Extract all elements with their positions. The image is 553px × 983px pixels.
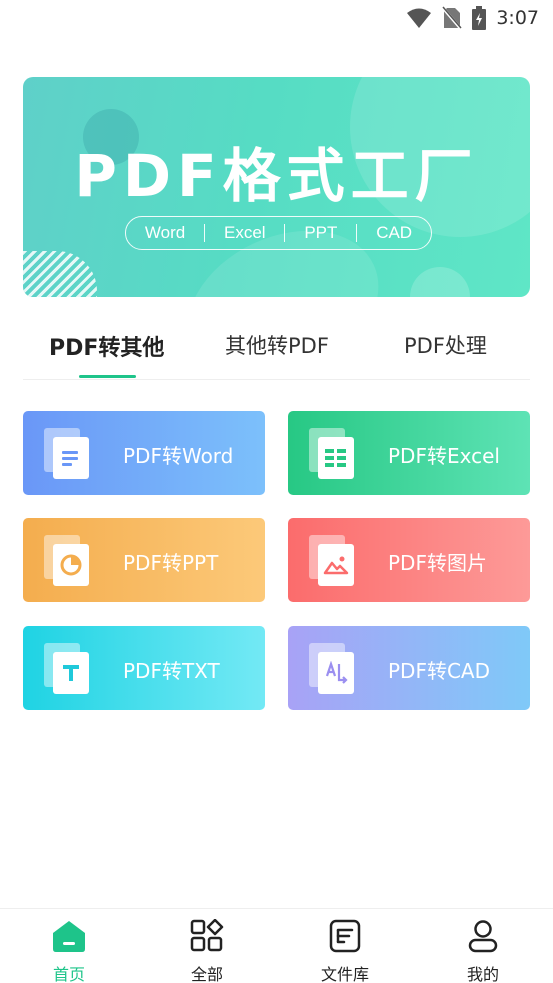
category-tabs: PDF转其他 其他转PDF PDF处理 xyxy=(23,322,530,380)
tab-pdf-process[interactable]: PDF处理 xyxy=(404,330,487,360)
battery-charging-icon xyxy=(472,6,487,30)
wifi-icon xyxy=(406,7,432,29)
excel-sheet-icon xyxy=(309,428,355,479)
nav-label: 首页 xyxy=(52,965,85,983)
divider xyxy=(356,224,358,242)
status-bar: 3:07 xyxy=(0,0,553,38)
banner-decoration xyxy=(410,267,470,297)
banner-format-label: Word xyxy=(144,223,186,242)
banner-format-label: Excel xyxy=(223,223,266,242)
pdf-to-txt-button[interactable]: PDF转TXT xyxy=(23,626,265,710)
grid-all-icon xyxy=(190,918,224,957)
banner-format-label: CAD xyxy=(376,223,413,242)
pdf-to-ppt-button[interactable]: PDF转PPT xyxy=(23,518,265,602)
pdf-to-image-button[interactable]: PDF转图片 xyxy=(288,518,530,602)
no-sim-icon xyxy=(442,6,463,30)
nav-label: 文件库 xyxy=(320,965,369,983)
active-tab-indicator xyxy=(79,375,136,378)
file-library-icon xyxy=(329,919,361,957)
cad-icon xyxy=(309,643,355,694)
text-t-icon xyxy=(44,643,90,694)
banner-stripes xyxy=(23,251,97,297)
divider xyxy=(284,224,286,242)
banner-title: PDF格式工厂 xyxy=(74,142,479,210)
status-icons: 3:07 xyxy=(406,6,539,30)
card-label: PDF转Word xyxy=(123,444,234,468)
promo-banner[interactable]: PDF格式工厂 Word Excel PPT CAD xyxy=(23,77,530,297)
ppt-pie-icon xyxy=(44,535,90,586)
card-label: PDF转TXT xyxy=(123,659,220,683)
banner-format-pill: Word Excel PPT CAD xyxy=(125,216,432,250)
home-icon xyxy=(51,919,87,957)
card-label: PDF转PPT xyxy=(123,551,219,575)
pdf-to-excel-button[interactable]: PDF转Excel xyxy=(288,411,530,495)
tab-other-to-pdf[interactable]: 其他转PDF xyxy=(225,330,329,360)
word-doc-icon xyxy=(44,428,90,479)
banner-format-label: PPT xyxy=(304,223,338,242)
pdf-to-cad-button[interactable]: PDF转CAD xyxy=(288,626,530,710)
card-label: PDF转图片 xyxy=(388,551,487,575)
nav-all[interactable]: 全部 xyxy=(162,918,252,983)
clock: 3:07 xyxy=(496,7,539,29)
card-label: PDF转CAD xyxy=(388,659,491,683)
nav-label: 我的 xyxy=(466,965,499,983)
profile-icon xyxy=(467,919,499,957)
pdf-to-word-button[interactable]: PDF转Word xyxy=(23,411,265,495)
nav-file-library[interactable]: 文件库 xyxy=(300,919,390,983)
nav-home[interactable]: 首页 xyxy=(24,919,114,983)
nav-profile[interactable]: 我的 xyxy=(438,919,528,983)
tab-pdf-to-other[interactable]: PDF转其他 xyxy=(49,330,164,362)
image-icon xyxy=(309,535,355,586)
divider xyxy=(204,224,206,242)
nav-label: 全部 xyxy=(190,965,223,983)
card-label: PDF转Excel xyxy=(388,444,500,468)
bottom-navigation: 首页 全部 文件库 我的 xyxy=(0,908,553,983)
